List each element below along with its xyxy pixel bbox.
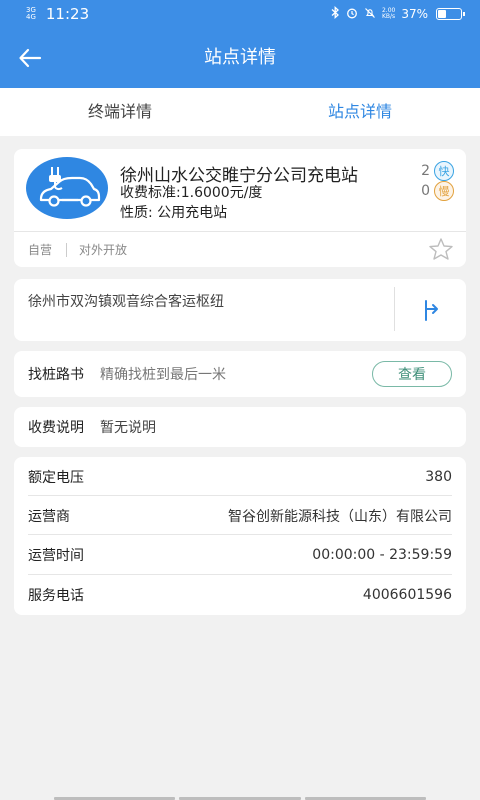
status-bar: 3G 4G 11:23 2.00 KB/s 37% — [0, 0, 480, 28]
navigate-button[interactable] — [414, 295, 448, 325]
info-label: 运营商 — [28, 508, 70, 525]
ev-charging-car-icon — [39, 167, 101, 207]
network-indicator: 3G 4G — [26, 7, 36, 21]
slow-charge-badge: 慢 — [434, 181, 454, 201]
fee-note-value: 暂无说明 — [100, 420, 156, 436]
fee-note-card: 收费说明 暂无说明 — [14, 407, 466, 447]
station-address: 徐州市双沟镇观音综合客运枢纽 — [28, 294, 224, 310]
battery-level — [438, 10, 446, 18]
network-4g-label: 4G — [26, 13, 36, 21]
info-row-hours: 运营时间 00:00:00 - 23:59:59 — [28, 535, 452, 574]
pile-guide-label: 找桩路书 — [28, 367, 84, 383]
info-row-voltage: 额定电压 380 — [28, 457, 452, 496]
fee-note-label: 收费说明 — [28, 420, 84, 436]
info-value: 00:00:00 - 23:59:59 — [312, 546, 452, 563]
info-value: 智谷创新能源科技（山东）有限公司 — [228, 508, 452, 525]
network-speed: 2.00 KB/s — [382, 8, 395, 20]
station-tags: 自营 对外开放 — [28, 241, 127, 258]
info-label: 额定电压 — [28, 469, 84, 486]
tab-terminal-details[interactable]: 终端详情 — [0, 88, 240, 136]
slow-charger-count-row: 0 慢 — [421, 181, 454, 201]
fast-charger-count: 2 — [421, 163, 430, 179]
pile-guide-card: 找桩路书 精确找桩到最后一米 查看 — [14, 351, 466, 397]
station-logo — [26, 157, 108, 219]
fee-standard: 收费标准:1.6000元/度 — [120, 185, 263, 201]
info-label: 服务电话 — [28, 587, 84, 604]
tab-station-details[interactable]: 站点详情 — [240, 88, 480, 136]
mute-icon — [364, 7, 376, 22]
view-button[interactable]: 查看 — [372, 361, 452, 387]
info-value: 380 — [425, 468, 452, 485]
tag-separator — [66, 242, 68, 257]
fast-charge-badge: 快 — [434, 161, 454, 181]
station-nature: 性质: 公用充电站 — [120, 205, 228, 221]
info-row-phone[interactable]: 服务电话 4006601596 — [28, 575, 452, 614]
tag-self-operated: 自营 — [28, 243, 53, 257]
fast-charger-count-row: 2 快 — [421, 161, 454, 181]
route-icon — [425, 300, 438, 321]
divider — [394, 287, 395, 331]
station-info-card: 额定电压 380 运营商 智谷创新能源科技（山东）有限公司 运营时间 00:00… — [14, 457, 466, 615]
station-card: 徐州山水公交睢宁分公司充电站 收费标准:1.6000元/度 性质: 公用充电站 … — [14, 149, 466, 267]
alarm-icon — [346, 7, 358, 22]
service-phone-value[interactable]: 4006601596 — [363, 587, 452, 603]
battery-icon — [436, 8, 465, 20]
info-row-operator: 运营商 智谷创新能源科技（山东）有限公司 — [28, 496, 452, 535]
status-left: 3G 4G 11:23 — [26, 5, 89, 23]
page-title: 站点详情 — [204, 47, 276, 68]
favorite-star-icon[interactable] — [428, 237, 454, 265]
tab-bar: 终端详情 站点详情 — [0, 88, 480, 136]
pile-guide-desc: 精确找桩到最后一米 — [100, 367, 226, 383]
address-card: 徐州市双沟镇观音综合客运枢纽 — [14, 279, 466, 341]
divider — [14, 231, 466, 232]
network-speed-unit: KB/s — [381, 13, 396, 20]
bluetooth-icon — [331, 6, 340, 22]
title-bar: 站点详情 — [0, 28, 480, 88]
tag-open-public: 对外开放 — [79, 243, 128, 257]
status-right: 2.00 KB/s 37% — [331, 6, 465, 22]
slow-charger-count: 0 — [421, 183, 430, 199]
info-label: 运营时间 — [28, 547, 84, 564]
battery-percent: 37% — [401, 7, 428, 21]
status-time: 11:23 — [45, 5, 90, 23]
